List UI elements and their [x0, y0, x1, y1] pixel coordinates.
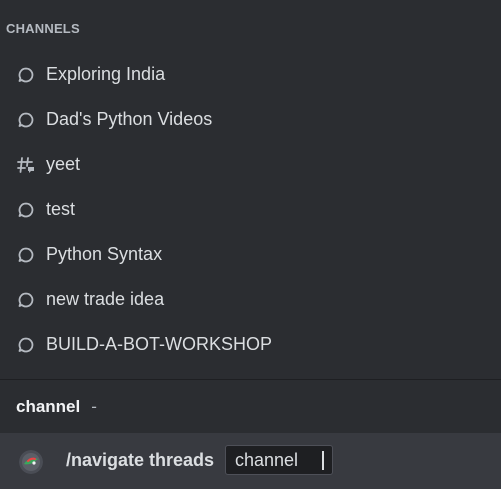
slash-command-autocomplete: CHANNELS Exploring India Dad's Python Vi… — [0, 0, 501, 489]
channel-item-label: Exploring India — [46, 64, 166, 84]
section-title: CHANNELS — [6, 21, 80, 36]
channel-item-yeet[interactable]: yeet — [0, 142, 501, 187]
channel-item-label: new trade idea — [46, 289, 165, 309]
option-hint-name: channel — [16, 396, 81, 416]
channel-item-new-trade-idea[interactable]: new trade idea — [0, 277, 501, 322]
command-option-pill[interactable]: channel — [225, 445, 333, 475]
text-cursor — [322, 451, 324, 470]
channel-item-label: test — [46, 199, 76, 219]
channel-item-python-syntax[interactable]: Python Syntax — [0, 232, 501, 277]
channel-list: Exploring India Dad's Python Videos yeet… — [0, 52, 501, 367]
channel-item-exploring-india[interactable]: Exploring India — [0, 52, 501, 97]
thread-icon — [16, 290, 36, 310]
message-input-bar[interactable]: /navigate threads channel — [0, 433, 501, 489]
thread-icon — [16, 335, 36, 355]
channel-item-label: Python Syntax — [46, 244, 163, 264]
command-name: /navigate threads — [66, 450, 215, 470]
channel-item-test[interactable]: test — [0, 187, 501, 232]
thread-icon — [16, 110, 36, 130]
text-channel-thread-icon — [16, 155, 36, 175]
thread-icon — [16, 245, 36, 265]
option-hint-bar: channel - — [0, 380, 501, 433]
command-option-label: channel — [235, 449, 299, 470]
autocomplete-popup: CHANNELS Exploring India Dad's Python Vi… — [0, 0, 501, 380]
thread-icon — [16, 65, 36, 85]
channel-item-label: yeet — [46, 154, 81, 174]
thread-icon — [16, 200, 36, 220]
channel-item-label: Dad's Python Videos — [46, 109, 213, 129]
channel-item-build-a-bot-workshop[interactable]: BUILD-A-BOT-WORKSHOP — [0, 322, 501, 367]
bot-avatar — [19, 450, 43, 474]
option-hint-description: - — [91, 396, 97, 416]
channel-item-label: BUILD-A-BOT-WORKSHOP — [46, 334, 273, 354]
channel-item-dads-python-videos[interactable]: Dad's Python Videos — [0, 97, 501, 142]
